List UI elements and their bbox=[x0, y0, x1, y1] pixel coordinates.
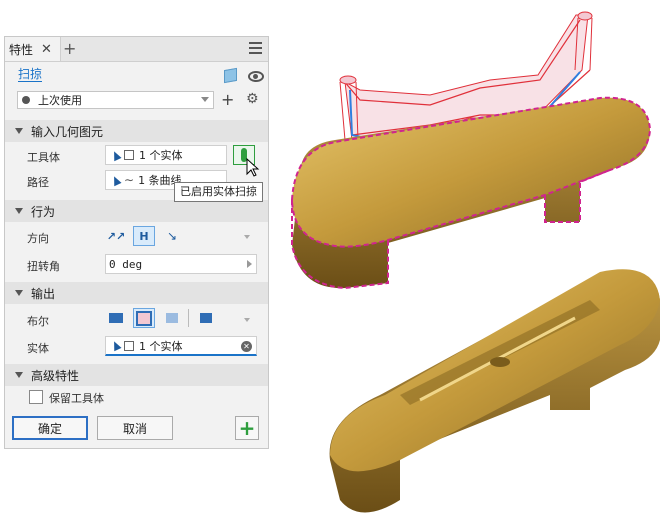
chevron-right-icon[interactable] bbox=[247, 260, 252, 268]
ok-button[interactable]: 确定 bbox=[12, 416, 88, 440]
section-output[interactable]: 输出 bbox=[5, 282, 268, 304]
solid-output-value: 1 个实体 bbox=[139, 339, 183, 353]
close-icon[interactable]: ✕ bbox=[41, 42, 52, 57]
new-solid-icon bbox=[200, 313, 212, 323]
clear-icon[interactable]: ✕ bbox=[241, 341, 252, 352]
section-advanced[interactable]: 高级特性 bbox=[5, 364, 268, 386]
direction-path-button[interactable]: ↗↗ bbox=[105, 226, 127, 246]
section-title: 行为 bbox=[31, 204, 56, 219]
direction-label: 方向 bbox=[27, 232, 49, 245]
menu-icon[interactable] bbox=[249, 42, 262, 57]
chevron-down-icon bbox=[201, 97, 209, 102]
select-arrow-icon bbox=[110, 149, 122, 161]
path-label: 路径 bbox=[27, 176, 49, 189]
select-arrow-icon bbox=[110, 339, 122, 352]
direction-parallel-button[interactable]: H bbox=[133, 226, 155, 246]
twist-angle-input[interactable]: 0 deg bbox=[105, 254, 257, 274]
join-icon bbox=[109, 313, 123, 323]
select-arrow-icon bbox=[110, 174, 122, 186]
solid-body-result[interactable] bbox=[329, 269, 660, 513]
guide-direction-icon: ↘ bbox=[166, 229, 178, 243]
tool-body-label: 工具体 bbox=[27, 151, 60, 164]
gear-icon[interactable]: ⚙ bbox=[246, 91, 259, 107]
new-solid-button[interactable] bbox=[195, 308, 217, 328]
solid-body-icon bbox=[124, 150, 134, 160]
history-clock-icon bbox=[22, 96, 30, 104]
preset-dropdown[interactable]: 上次使用 bbox=[17, 91, 214, 109]
keep-tool-checkbox[interactable] bbox=[29, 390, 43, 404]
toolbar-divider bbox=[188, 309, 189, 327]
add-tab-icon[interactable]: + bbox=[63, 39, 76, 58]
tooltip: 已启用实体扫掠 bbox=[174, 182, 263, 202]
panel-tab-bar: 特性 ✕ + bbox=[5, 37, 268, 62]
twist-angle-label: 扭转角 bbox=[27, 260, 60, 273]
intersect-icon bbox=[166, 313, 178, 323]
collapse-triangle-icon bbox=[15, 290, 23, 296]
keep-tool-label: 保留工具体 bbox=[49, 392, 104, 405]
chevron-down-icon[interactable] bbox=[244, 235, 250, 239]
section-input-geometry[interactable]: 输入几何图元 bbox=[5, 120, 268, 142]
properties-panel: 特性 ✕ + 扫掠 上次使用 + ⚙ 输入几何图元 工具体 1 个实体 路径 ∼… bbox=[4, 36, 269, 449]
direction-guide-button[interactable]: ↘ bbox=[161, 226, 183, 246]
command-name-link[interactable]: 扫掠 bbox=[18, 67, 43, 82]
collapse-triangle-icon bbox=[15, 372, 23, 378]
solid-body-upper[interactable] bbox=[290, 96, 652, 290]
section-title: 输出 bbox=[31, 286, 56, 301]
cut-icon bbox=[136, 310, 152, 326]
boolean-label: 布尔 bbox=[27, 315, 49, 328]
section-title: 高级特性 bbox=[31, 368, 80, 383]
boolean-join-button[interactable] bbox=[105, 308, 127, 328]
section-title: 输入几何图元 bbox=[31, 124, 104, 139]
visibility-eye-icon[interactable] bbox=[248, 71, 264, 82]
mouse-cursor-icon bbox=[246, 158, 260, 177]
path-direction-icon: ↗↗ bbox=[106, 229, 126, 243]
tab-properties-label: 特性 bbox=[9, 42, 34, 57]
section-behavior[interactable]: 行为 bbox=[5, 200, 268, 222]
tool-body-selector[interactable]: 1 个实体 bbox=[105, 145, 227, 165]
apply-add-button[interactable]: + bbox=[235, 416, 259, 440]
solid-body-icon bbox=[124, 340, 134, 351]
solid-cube-icon[interactable] bbox=[224, 67, 237, 84]
tab-properties[interactable]: 特性 ✕ bbox=[5, 37, 61, 61]
add-preset-icon[interactable]: + bbox=[221, 90, 234, 109]
curve-icon: ∼ bbox=[124, 173, 135, 187]
boolean-cut-button[interactable] bbox=[133, 308, 155, 328]
parallel-direction-icon: H bbox=[139, 229, 149, 243]
chevron-down-icon[interactable] bbox=[244, 318, 250, 322]
preset-value: 上次使用 bbox=[38, 94, 82, 107]
tool-body-value: 1 个实体 bbox=[139, 149, 183, 162]
collapse-triangle-icon bbox=[15, 128, 23, 134]
solid-output-selector[interactable]: 1 个实体 ✕ bbox=[105, 336, 257, 356]
solid-label: 实体 bbox=[27, 342, 49, 355]
collapse-triangle-icon bbox=[15, 208, 23, 214]
cancel-button[interactable]: 取消 bbox=[97, 416, 173, 440]
twist-angle-value: 0 deg bbox=[109, 257, 143, 271]
boolean-intersect-button[interactable] bbox=[161, 308, 183, 328]
